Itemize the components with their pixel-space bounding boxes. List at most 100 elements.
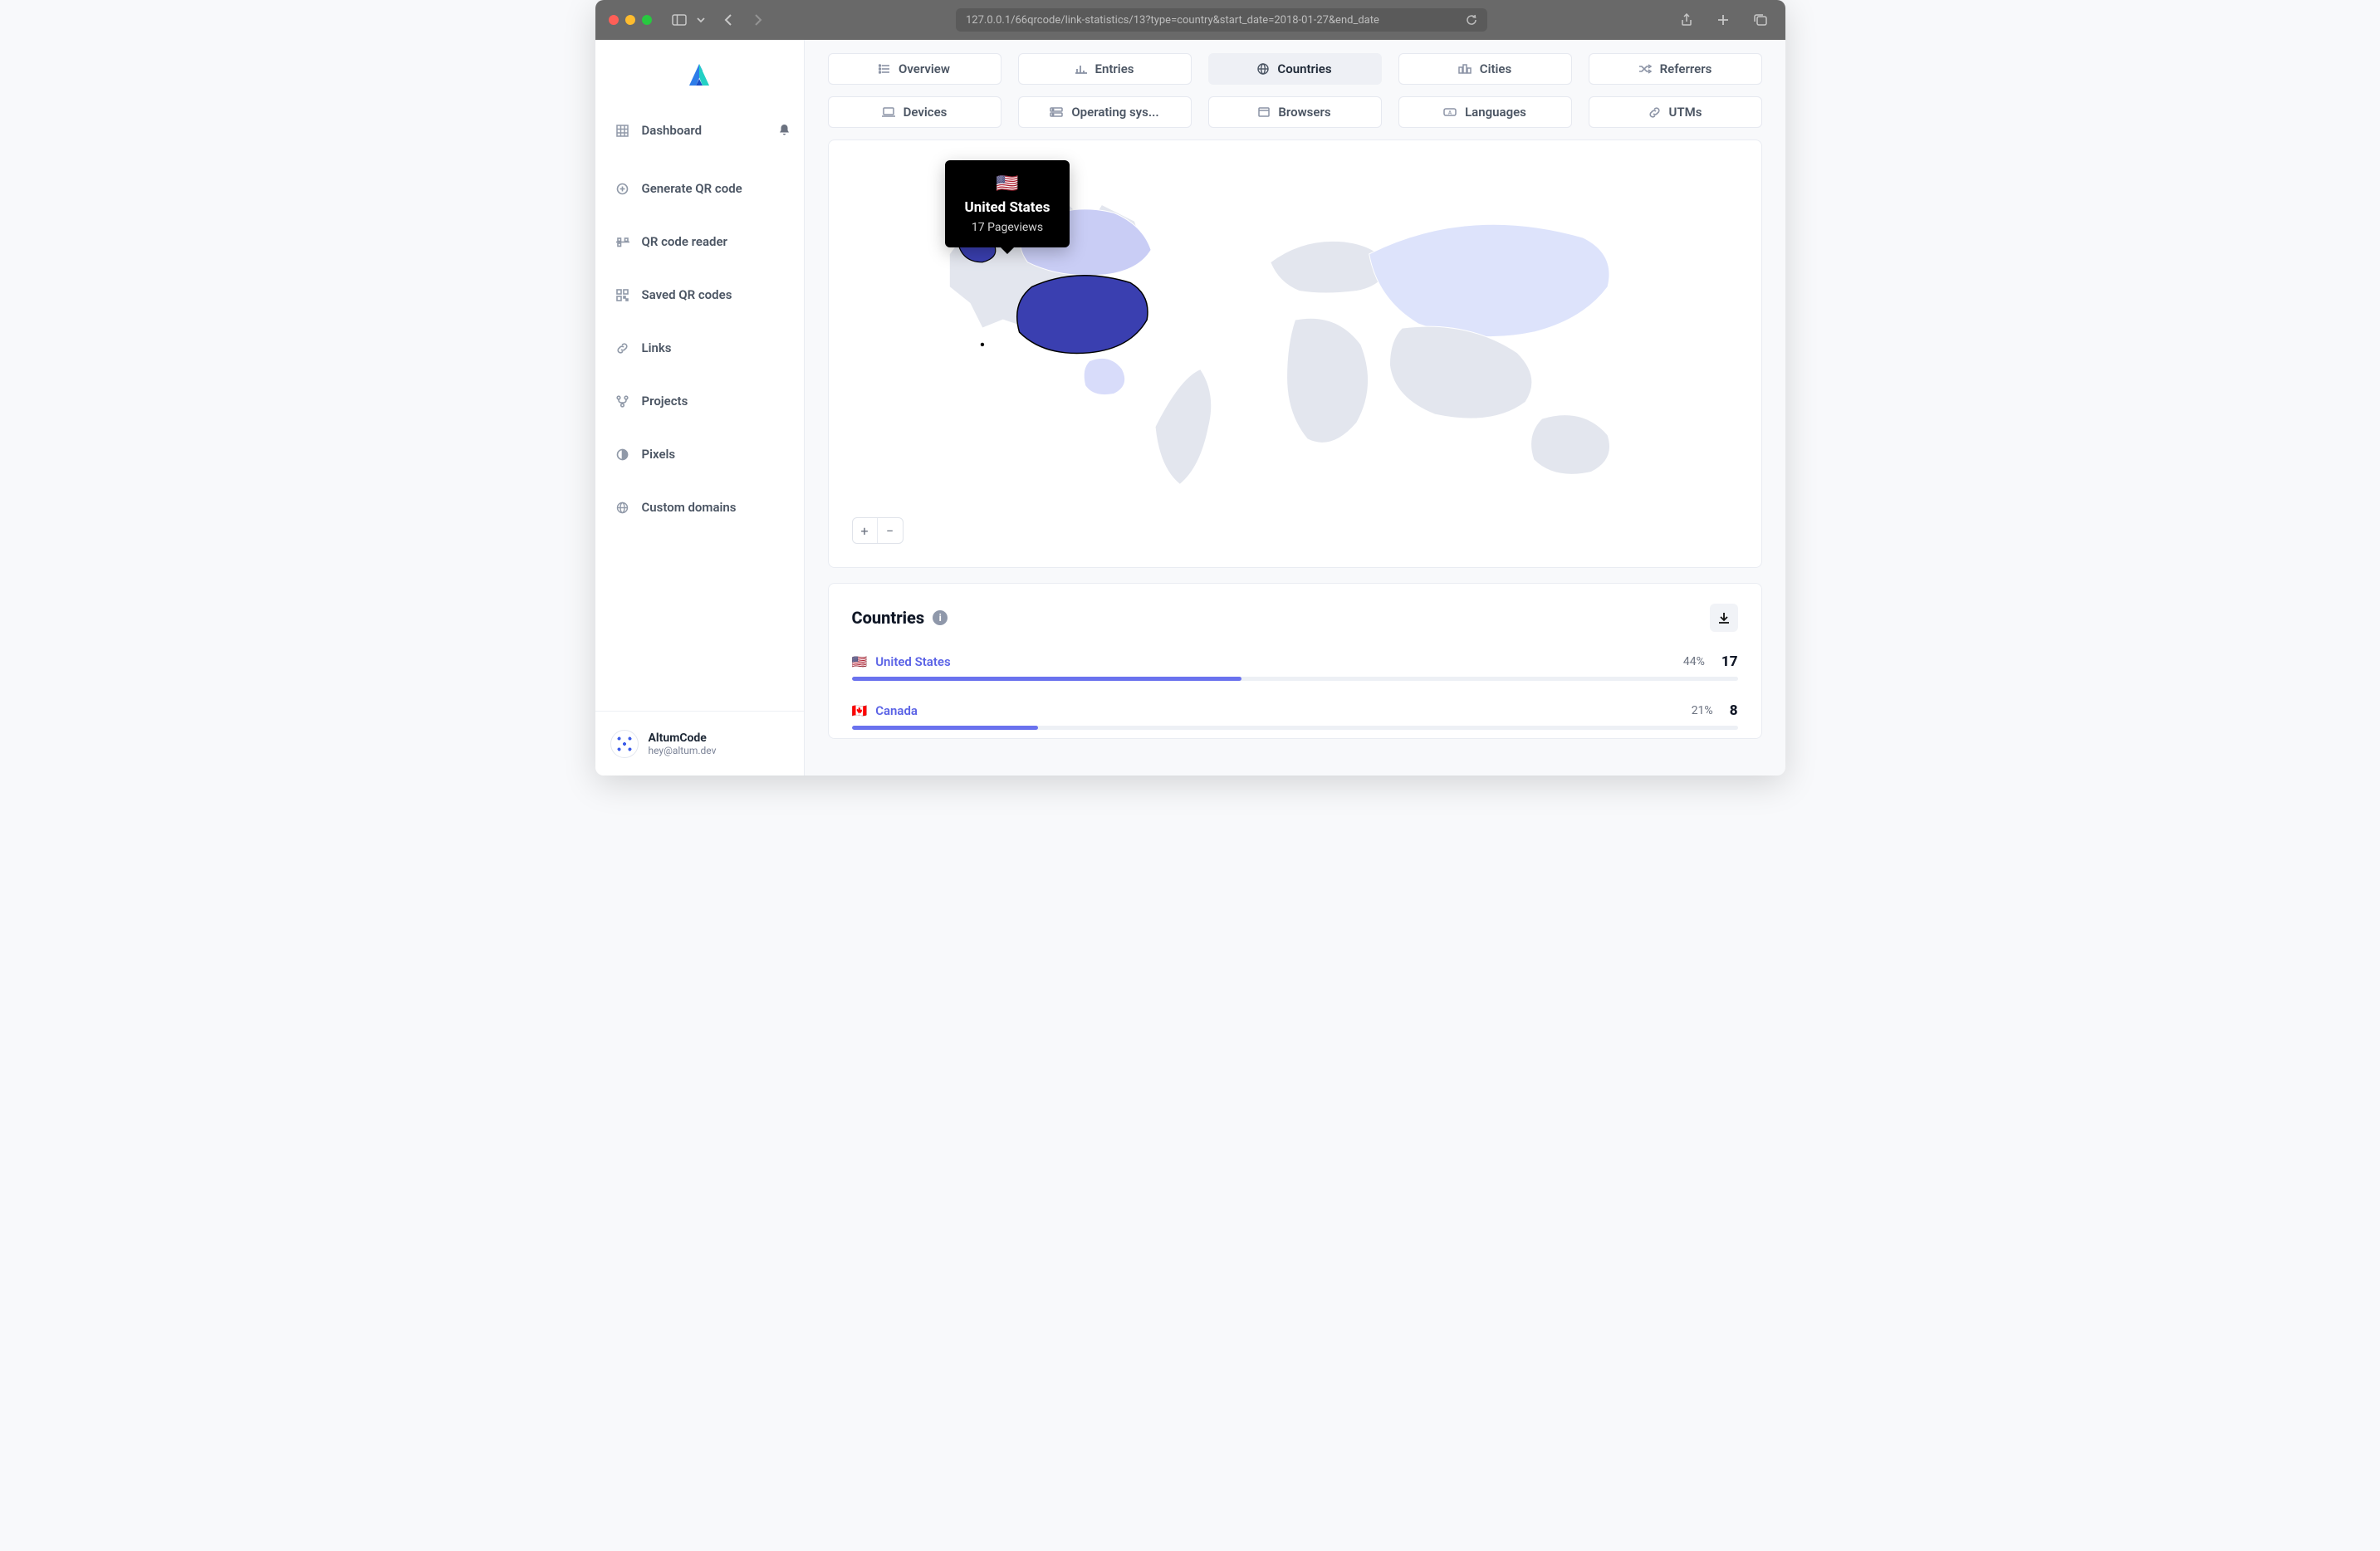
australia-shape — [1530, 415, 1609, 475]
panel-title: Countries — [852, 608, 925, 628]
sidebar-toggle-icon[interactable] — [672, 14, 687, 26]
sidebar-item-label: Saved QR codes — [642, 287, 732, 302]
tab-label: Referrers — [1660, 61, 1712, 76]
sidebar: Dashboard Generate QR code QR code reade… — [595, 40, 805, 776]
close-window[interactable] — [609, 15, 619, 25]
tab-cities[interactable]: Cities — [1398, 53, 1572, 85]
south-america-shape — [1155, 369, 1212, 485]
forward-icon[interactable] — [753, 13, 763, 27]
back-icon[interactable] — [723, 13, 733, 27]
country-percent: 21% — [1692, 704, 1713, 717]
usa-shape — [1016, 276, 1147, 354]
grid-icon — [615, 125, 630, 137]
tab-label: Countries — [1277, 61, 1331, 76]
tab-entries[interactable]: Entries — [1018, 53, 1192, 85]
tabs-overview-icon[interactable] — [1754, 13, 1767, 27]
maximize-window[interactable] — [642, 15, 652, 25]
map-zoom-controls: + − — [852, 517, 904, 544]
tab-utms[interactable]: UTMs — [1589, 96, 1762, 128]
globe-icon — [615, 502, 630, 514]
share-icon[interactable] — [1681, 13, 1692, 27]
tab-label: Overview — [899, 61, 950, 76]
sidebar-item-projects[interactable]: Projects — [604, 384, 796, 418]
sidebar-item-label: QR code reader — [642, 234, 727, 249]
sidebar-item-links[interactable]: Links — [604, 330, 796, 365]
sidebar-item-saved-qr[interactable]: Saved QR codes — [604, 277, 796, 312]
sidebar-item-label: Generate QR code — [642, 181, 742, 196]
sidebar-item-dashboard[interactable]: Dashboard — [604, 113, 714, 148]
sidebar-item-custom-domains[interactable]: Custom domains — [604, 490, 796, 525]
link-icon — [1648, 106, 1661, 119]
africa-shape — [1286, 318, 1368, 443]
tab-overview[interactable]: Overview — [828, 53, 1001, 85]
browser-titlebar: 127.0.0.1/66qrcode/link-statistics/13?ty… — [595, 0, 1785, 40]
scan-icon — [615, 236, 630, 247]
russia-shape — [1369, 224, 1609, 336]
stat-tabs-row1: Overview Entries Countries Cities Referr… — [828, 53, 1762, 85]
country-percent: 44% — [1683, 655, 1705, 668]
info-icon[interactable]: i — [933, 610, 948, 625]
shuffle-icon — [1638, 64, 1652, 74]
sidebar-item-pixels[interactable]: Pixels — [604, 437, 796, 472]
svg-text:A: A — [1448, 110, 1452, 116]
stat-tabs-row2: Devices Operating sys... Browsers A Langu… — [828, 96, 1762, 128]
tab-devices[interactable]: Devices — [828, 96, 1001, 128]
qr-icon — [615, 289, 630, 301]
bell-icon[interactable] — [778, 124, 791, 137]
zoom-out-button[interactable]: − — [878, 518, 903, 543]
flag-icon: 🇨🇦 — [852, 703, 868, 718]
list-icon — [879, 64, 890, 74]
minimize-window[interactable] — [625, 15, 635, 25]
tab-label: Devices — [904, 105, 948, 120]
sidebar-item-label: Custom domains — [642, 500, 737, 515]
link-icon — [615, 342, 630, 355]
tab-browsers[interactable]: Browsers — [1208, 96, 1382, 128]
tab-label: Languages — [1465, 105, 1526, 120]
hawaii-shape — [980, 343, 983, 346]
europe-shape — [1270, 241, 1389, 293]
user-email: hey@altum.dev — [649, 745, 717, 756]
user-name: AltumCode — [649, 731, 717, 745]
url-text: 127.0.0.1/66qrcode/link-statistics/13?ty… — [966, 14, 1459, 27]
globe-icon — [1257, 63, 1269, 75]
contrast-icon — [615, 448, 630, 461]
tooltip-country: United States — [965, 199, 1050, 216]
sidebar-item-qr-reader[interactable]: QR code reader — [604, 224, 796, 259]
sidebar-item-generate-qr[interactable]: Generate QR code — [604, 171, 796, 206]
tab-countries[interactable]: Countries — [1208, 53, 1382, 85]
country-row[interactable]: 🇺🇸United States 44%17 — [852, 653, 1738, 681]
tab-languages[interactable]: A Languages — [1398, 96, 1572, 128]
server-icon — [1050, 107, 1063, 117]
window-icon — [1258, 107, 1270, 117]
branch-icon — [615, 395, 630, 408]
world-map-card: 🇺🇸 United States 17 Pageviews + − — [828, 139, 1762, 568]
tab-label: Browsers — [1278, 105, 1330, 120]
tab-operating-systems[interactable]: Operating sys... — [1018, 96, 1192, 128]
download-button[interactable] — [1710, 604, 1738, 632]
country-name: United States — [875, 654, 950, 669]
country-row[interactable]: 🇨🇦 Canada 21% 8 — [852, 702, 1738, 730]
bars-icon — [1075, 64, 1087, 74]
new-tab-icon[interactable] — [1717, 13, 1729, 27]
tooltip-metric: 17 Pageviews — [965, 221, 1050, 234]
user-menu[interactable]: AltumCode hey@altum.dev — [595, 711, 804, 776]
country-count: 8 — [1730, 702, 1738, 719]
reload-icon[interactable] — [1466, 14, 1477, 26]
laptop-icon — [882, 107, 895, 117]
address-bar[interactable]: 127.0.0.1/66qrcode/link-statistics/13?ty… — [956, 8, 1487, 32]
brand-logo[interactable] — [595, 40, 804, 106]
map-tooltip: 🇺🇸 United States 17 Pageviews — [945, 160, 1070, 247]
zoom-in-button[interactable]: + — [853, 518, 878, 543]
central-america-shape — [1084, 358, 1125, 394]
avatar — [610, 730, 639, 758]
chevron-down-icon[interactable] — [697, 16, 705, 24]
flag-icon: 🇺🇸 — [852, 654, 868, 669]
tab-label: UTMs — [1669, 105, 1702, 120]
countries-list-card: Countries i 🇺🇸United States 44%17 🇨🇦Cana… — [828, 583, 1762, 739]
tooltip-flag: 🇺🇸 — [965, 174, 1050, 194]
country-name: Canada — [875, 703, 918, 718]
sidebar-item-label: Links — [642, 340, 672, 355]
tab-referrers[interactable]: Referrers — [1589, 53, 1762, 85]
language-icon: A — [1443, 107, 1457, 117]
plus-circle-icon — [615, 183, 630, 195]
